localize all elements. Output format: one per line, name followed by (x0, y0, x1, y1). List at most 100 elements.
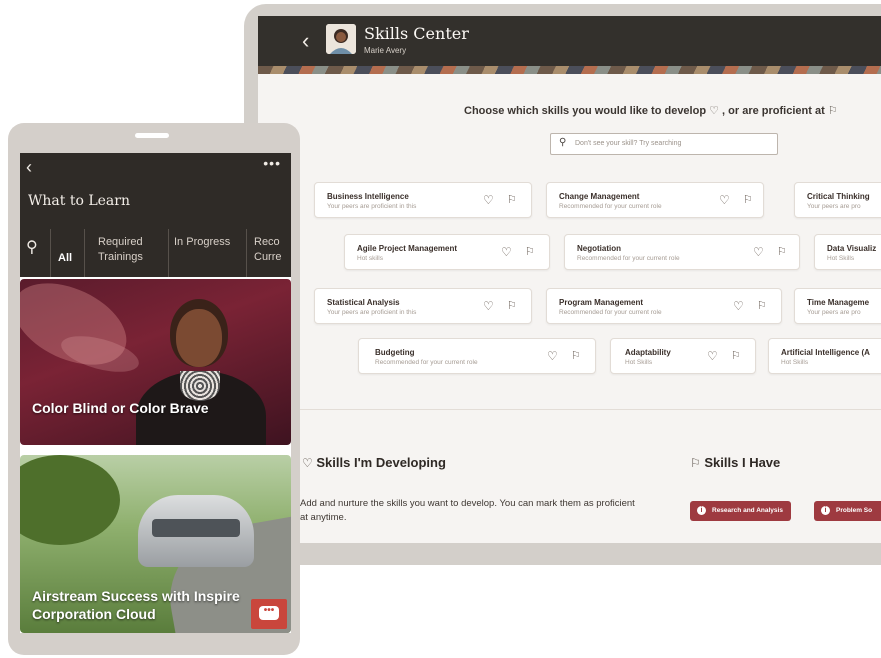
skill-card[interactable]: Agile Project Management Hot skills ♡ ⚐ (344, 234, 550, 270)
proficient-flag-icon[interactable]: ⚐ (571, 349, 581, 362)
skill-name: Adaptability (625, 348, 671, 357)
skill-reason: Hot Skills (625, 359, 653, 366)
develop-heart-icon[interactable]: ♡ (501, 245, 512, 259)
search-icon: ⚲ (559, 137, 567, 148)
skill-name: Agile Project Management (357, 244, 458, 253)
skills-developing-heading: ♡ Skills I'm Developing (302, 455, 446, 470)
tab-all[interactable]: All (58, 251, 72, 266)
skill-reason: Hot Skills (827, 255, 855, 262)
skill-name: Budgeting (375, 348, 415, 357)
speaker-collar (180, 371, 220, 401)
chat-bubble-icon: ••• (259, 606, 279, 620)
search-icon[interactable]: ⚲ (26, 237, 38, 257)
skill-name: Change Management (559, 192, 640, 201)
tab-required-trainings[interactable]: Required Trainings (98, 235, 168, 265)
skill-name: Data Visualiz (827, 244, 877, 253)
skill-card[interactable]: Negotiation Recommended for your current… (564, 234, 800, 270)
tab-separator (168, 229, 169, 277)
phone-device: ‹ ••• What to Learn ⚲ All Required Train… (8, 123, 300, 655)
skills-developing-description: Add and nurture the skills you want to d… (300, 498, 635, 523)
skill-chip[interactable]: i Research and Analysis (690, 501, 791, 521)
skill-name: Negotiation (577, 244, 621, 253)
skills-center-header: ‹ Skills Center Marie Avery (258, 16, 881, 74)
skill-card[interactable]: Business Intelligence Your peers are pro… (314, 182, 532, 218)
proficient-flag-icon[interactable]: ⚐ (743, 193, 753, 206)
proficient-flag-icon[interactable]: ⚐ (507, 299, 517, 312)
proficient-flag-icon[interactable]: ⚐ (507, 193, 517, 206)
skill-name: Program Management (559, 298, 644, 307)
skill-card[interactable]: Statistical Analysis Your peers are prof… (314, 288, 532, 324)
develop-heart-icon[interactable]: ♡ (707, 349, 718, 363)
skill-name: Time Manageme (807, 298, 870, 307)
search-placeholder: Don't see your skill? Try searching (575, 140, 682, 147)
what-to-learn-header: ‹ ••• What to Learn ⚲ All Required Train… (20, 153, 291, 277)
tab-separator (246, 229, 247, 277)
skill-reason: Hot skills (357, 255, 384, 262)
trailer-window (152, 519, 240, 537)
proficient-flag-icon[interactable]: ⚐ (777, 245, 787, 258)
skill-reason: Hot Skills (781, 359, 809, 366)
learning-card[interactable]: Color Blind or Color Brave (20, 279, 291, 445)
chip-label: Research and Analysis (712, 507, 783, 514)
skill-name: Artificial Intelligence (A (781, 348, 870, 357)
proficient-flag-icon[interactable]: ⚐ (757, 299, 767, 312)
skill-card[interactable]: Program Management Recommended for your … (546, 288, 782, 324)
learning-card[interactable]: Airstream Success with Inspire Corporati… (20, 455, 291, 633)
develop-heart-icon[interactable]: ♡ (719, 193, 730, 207)
prompt-text-1: Choose which skills you would like to de… (464, 105, 707, 117)
develop-heart-icon[interactable]: ♡ (753, 245, 764, 259)
skill-card[interactable]: Artificial Intelligence (A Hot Skills (768, 338, 881, 374)
skill-card[interactable]: Budgeting Recommended for your current r… (358, 338, 596, 374)
header-pattern (258, 66, 881, 74)
skill-name: Critical Thinking (807, 192, 870, 201)
card-title: Color Blind or Color Brave (32, 400, 209, 416)
heart-icon: ♡ (302, 456, 313, 470)
skill-card[interactable]: Change Management Recommended for your c… (546, 182, 764, 218)
tab-in-progress[interactable]: In Progress (174, 235, 240, 250)
tab-separator (50, 229, 51, 277)
skill-card[interactable]: Adaptability Hot Skills ♡ ⚐ (610, 338, 756, 374)
back-chevron-icon[interactable]: ‹ (26, 157, 32, 178)
section-divider (272, 409, 881, 410)
heading-text: Skills I'm Developing (316, 455, 446, 470)
develop-heart-icon[interactable]: ♡ (733, 299, 744, 313)
skills-have-heading: ⚐ Skills I Have (690, 455, 780, 470)
info-icon: i (821, 506, 830, 515)
skill-card[interactable]: Time Manageme Your peers are pro (794, 288, 881, 324)
back-chevron-icon[interactable]: ‹ (302, 30, 309, 52)
heading-text: Skills I Have (704, 455, 781, 470)
page-title: Skills Center (364, 24, 469, 43)
skill-card[interactable]: Data Visualiz Hot Skills (814, 234, 881, 270)
develop-heart-icon[interactable]: ♡ (483, 299, 494, 313)
skill-reason: Recommended for your current role (559, 309, 662, 316)
skill-card[interactable]: Critical Thinking Your peers are pro (794, 182, 881, 218)
skill-search-input[interactable]: ⚲ Don't see your skill? Try searching (550, 133, 778, 155)
tab-separator (84, 229, 85, 277)
proficient-flag-icon[interactable]: ⚐ (525, 245, 535, 258)
user-name: Marie Avery (364, 46, 407, 55)
skill-reason: Recommended for your current role (559, 203, 662, 210)
develop-heart-icon[interactable]: ♡ (547, 349, 558, 363)
skill-reason: Your peers are pro (807, 203, 861, 210)
skill-reason: Recommended for your current role (577, 255, 680, 262)
flag-icon: ⚐ (827, 105, 838, 117)
skill-reason: Your peers are proficient in this (327, 309, 417, 316)
more-options-icon[interactable]: ••• (263, 155, 281, 171)
skills-prompt: Choose which skills you would like to de… (464, 104, 838, 117)
info-icon: i (697, 506, 706, 515)
tablet-device: ‹ Skills Center Marie Avery Choose which… (244, 4, 881, 565)
tab-recommended[interactable]: Reco Curre (254, 235, 290, 265)
skill-chip[interactable]: i Problem So (814, 501, 881, 521)
prompt-text-2: , or are proficient at (722, 105, 825, 117)
proficient-flag-icon[interactable]: ⚐ (731, 349, 741, 362)
flag-icon: ⚐ (690, 456, 701, 470)
card-title: Airstream Success with Inspire Corporati… (32, 588, 240, 622)
develop-heart-icon[interactable]: ♡ (483, 193, 494, 207)
chip-label: Problem So (836, 507, 873, 514)
skill-name: Business Intelligence (327, 192, 409, 201)
skill-name: Statistical Analysis (327, 298, 400, 307)
card-image (20, 455, 120, 545)
phone-screen: ‹ ••• What to Learn ⚲ All Required Train… (20, 153, 291, 633)
tablet-screen: ‹ Skills Center Marie Avery Choose which… (258, 16, 881, 543)
chat-button[interactable]: ••• (251, 599, 287, 629)
